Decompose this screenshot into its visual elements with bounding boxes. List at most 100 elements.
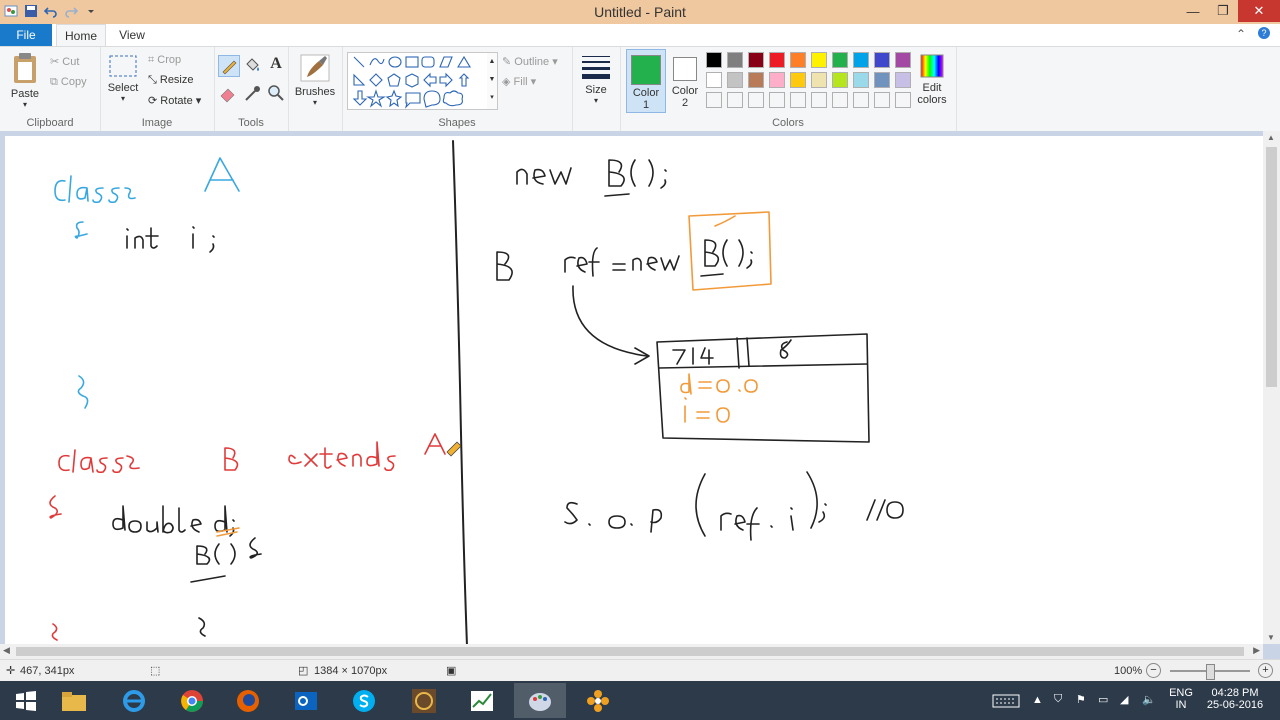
- colors-group: Color 1 Color 2 Edit colors Colors: [620, 47, 957, 131]
- palette-swatch[interactable]: [853, 52, 869, 68]
- custom-color-slot[interactable]: [811, 92, 827, 108]
- fill-tool[interactable]: [242, 55, 262, 75]
- brushes-group: Brushes ▾: [288, 47, 343, 131]
- volume-icon[interactable]: 🔈: [1142, 693, 1156, 706]
- scroll-right-icon[interactable]: ▶: [1253, 645, 1260, 656]
- tab-home[interactable]: Home: [56, 24, 106, 47]
- taskbar-flower-app[interactable]: [572, 683, 624, 718]
- magnifier-tool[interactable]: [266, 83, 286, 103]
- drawing-canvas[interactable]: [5, 136, 1263, 646]
- text-tool[interactable]: A: [266, 55, 286, 75]
- close-button[interactable]: ✕: [1238, 0, 1280, 22]
- palette-swatch[interactable]: [895, 72, 911, 88]
- paste-button[interactable]: Paste ▾: [6, 51, 44, 109]
- windows-taskbar: ▲ ⛉ ⚑ ▭ ◢ 🔈 ENG IN 04:28 PM 25-06-2016: [0, 681, 1280, 720]
- help-icon[interactable]: ?: [1258, 27, 1270, 39]
- minimize-button[interactable]: —: [1178, 0, 1208, 22]
- resize-button[interactable]: ⤡ Resize: [148, 74, 194, 87]
- start-button[interactable]: [0, 683, 52, 718]
- skype-icon: [353, 689, 375, 712]
- keyboard-icon[interactable]: [992, 693, 1020, 712]
- vertical-scrollbar[interactable]: ▲ ▼: [1263, 131, 1280, 644]
- custom-color-slot[interactable]: [748, 92, 764, 108]
- select-button[interactable]: Select ▾: [106, 53, 140, 103]
- palette-swatch[interactable]: [811, 52, 827, 68]
- size-button[interactable]: Size ▾: [576, 53, 616, 105]
- pencil-tool[interactable]: [218, 55, 240, 77]
- zoom-out-button[interactable]: −: [1146, 663, 1161, 678]
- custom-color-slot[interactable]: [727, 92, 743, 108]
- horizontal-scroll-thumb[interactable]: [16, 647, 1244, 656]
- fill-button[interactable]: ◈ Fill ▾: [502, 75, 536, 88]
- battery-icon[interactable]: ▭: [1098, 693, 1108, 706]
- taskbar-internet-explorer[interactable]: [108, 683, 160, 718]
- palette-swatch[interactable]: [790, 72, 806, 88]
- shapes-scroll[interactable]: ▲ ▼ ▾: [487, 52, 498, 110]
- taskbar-file-explorer[interactable]: [48, 683, 100, 718]
- color2-button[interactable]: Color 2: [668, 49, 702, 111]
- edit-colors-button[interactable]: Edit colors: [912, 53, 952, 106]
- scroll-up-icon[interactable]: ▲: [1267, 133, 1275, 142]
- custom-color-slot[interactable]: [769, 92, 785, 108]
- palette-swatch[interactable]: [832, 52, 848, 68]
- palette-swatch[interactable]: [748, 72, 764, 88]
- minimize-ribbon-icon[interactable]: ⌃: [1236, 27, 1246, 41]
- palette-swatch[interactable]: [769, 52, 785, 68]
- tab-file[interactable]: File: [0, 24, 52, 46]
- palette-swatch[interactable]: [727, 52, 743, 68]
- show-hidden-icons[interactable]: ▲: [1032, 694, 1043, 706]
- palette-swatch[interactable]: [706, 72, 722, 88]
- rotate-button[interactable]: ⟳ Rotate ▾: [148, 94, 201, 107]
- scroll-left-icon[interactable]: ◀: [3, 645, 10, 656]
- taskbar-chart-app[interactable]: [456, 683, 508, 718]
- vertical-scroll-thumb[interactable]: [1266, 147, 1277, 387]
- copy-button[interactable]: ⧉ Copy: [50, 76, 87, 89]
- palette-swatch[interactable]: [874, 52, 890, 68]
- language-indicator[interactable]: ENG IN: [1168, 687, 1194, 711]
- palette-swatch[interactable]: [748, 52, 764, 68]
- brush-icon: [300, 54, 330, 82]
- palette-swatch[interactable]: [727, 72, 743, 88]
- custom-color-slot[interactable]: [706, 92, 722, 108]
- taskbar-java-app[interactable]: [398, 683, 450, 718]
- zoom-in-button[interactable]: +: [1258, 663, 1273, 678]
- custom-color-slot[interactable]: [853, 92, 869, 108]
- custom-color-slot[interactable]: [874, 92, 890, 108]
- shapes-gallery[interactable]: [347, 52, 489, 110]
- network-icon[interactable]: ◢: [1120, 693, 1128, 706]
- color1-button[interactable]: Color 1: [626, 49, 666, 113]
- palette-swatch[interactable]: [790, 52, 806, 68]
- scroll-down-icon[interactable]: ▼: [1267, 633, 1275, 642]
- horizontal-scrollbar[interactable]: ◀ ▶: [0, 644, 1263, 659]
- taskbar-skype[interactable]: [338, 683, 390, 718]
- taskbar-outlook[interactable]: [280, 683, 332, 718]
- palette-swatch[interactable]: [853, 72, 869, 88]
- flag-icon[interactable]: ⚑: [1076, 693, 1086, 706]
- custom-color-slot[interactable]: [832, 92, 848, 108]
- custom-color-slot[interactable]: [790, 92, 806, 108]
- zoom-slider[interactable]: [1170, 664, 1250, 680]
- taskbar-paint[interactable]: [514, 683, 566, 718]
- b-highlight-box: [680, 211, 772, 423]
- palette-swatch[interactable]: [769, 72, 785, 88]
- class-a-declaration: [54, 157, 240, 409]
- taskbar-firefox[interactable]: [222, 683, 274, 718]
- cut-button[interactable]: ✂ Cut: [50, 55, 79, 68]
- palette-swatch[interactable]: [811, 72, 827, 88]
- restore-button[interactable]: ❐: [1208, 0, 1238, 22]
- brushes-button[interactable]: Brushes ▾: [292, 53, 338, 107]
- outline-button[interactable]: ✎ Outline ▾: [502, 55, 558, 68]
- taskbar-chrome[interactable]: [166, 683, 218, 718]
- palette-swatch[interactable]: [706, 52, 722, 68]
- color-picker-tool[interactable]: [242, 83, 262, 103]
- shield-icon[interactable]: ⛉: [1054, 693, 1062, 706]
- tab-view[interactable]: View: [110, 24, 154, 46]
- clock[interactable]: 04:28 PM 25-06-2016: [1202, 687, 1268, 711]
- eraser-tool[interactable]: [218, 83, 238, 103]
- palette-swatch[interactable]: [874, 72, 890, 88]
- palette-swatch[interactable]: [895, 52, 911, 68]
- palette-swatch[interactable]: [832, 72, 848, 88]
- zoom-slider-thumb[interactable]: [1206, 664, 1215, 680]
- custom-color-slot[interactable]: [895, 92, 911, 108]
- crop-button[interactable]: ⌗ Crop: [148, 54, 181, 67]
